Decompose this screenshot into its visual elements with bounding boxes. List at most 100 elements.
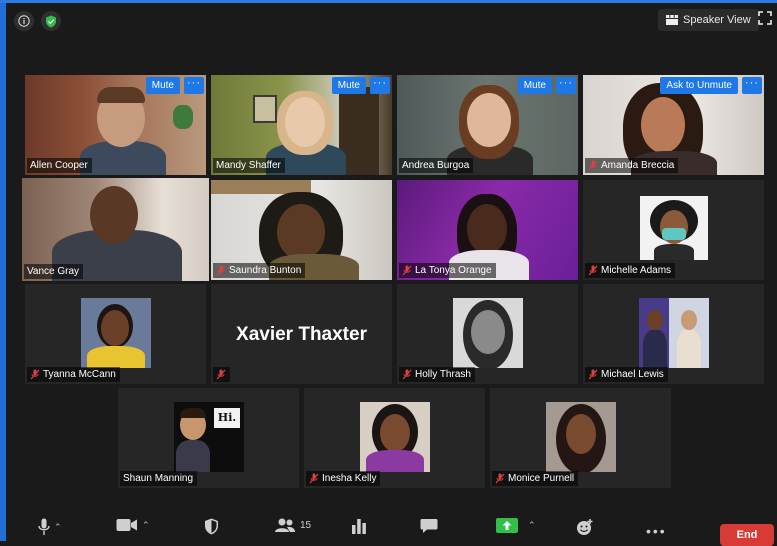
end-meeting-button[interactable]: End: [720, 524, 774, 546]
reactions-button[interactable]: [576, 518, 594, 536]
video-tile-xavier-thaxter[interactable]: Xavier Thaxter: [211, 284, 392, 384]
name-text: Andrea Burgoa: [402, 160, 470, 171]
muted-mic-icon: [309, 473, 319, 484]
speaker-view-icon: [666, 15, 678, 25]
shield-icon[interactable]: [204, 518, 219, 535]
security-shield-icon[interactable]: [41, 11, 61, 31]
more-options-button[interactable]: ···: [370, 77, 390, 94]
video-tile-amanda-breccia[interactable]: Ask to Unmute ··· Amanda Breccia: [583, 75, 764, 175]
more-options-button[interactable]: ···: [742, 77, 762, 94]
chat-button[interactable]: [420, 518, 438, 534]
muted-mic-icon: [402, 369, 412, 380]
participant-name: Monice Purnell: [492, 471, 579, 486]
speaker-view-button[interactable]: Speaker View: [658, 9, 759, 31]
name-text: Michael Lewis: [601, 369, 664, 380]
muted-mic-icon: [588, 160, 598, 171]
more-options-button[interactable]: ···: [556, 77, 576, 94]
mute-button[interactable]: Mute: [331, 77, 366, 94]
name-text: Shaun Manning: [123, 473, 194, 484]
video-tile-mandy-shaffer[interactable]: Mute ··· Mandy Shaffer: [211, 75, 392, 175]
emoji-reaction-icon[interactable]: [576, 518, 594, 536]
participant-name: Vance Gray: [24, 264, 84, 279]
video-control[interactable]: ⌃: [116, 518, 150, 532]
participants-icon[interactable]: [274, 518, 296, 533]
participants-count: 15: [300, 520, 312, 531]
share-screen-control[interactable]: ⌃: [496, 518, 536, 533]
name-text: Monice Purnell: [508, 473, 575, 484]
polls-button[interactable]: [351, 518, 367, 534]
muted-mic-icon: [588, 265, 598, 276]
security-button[interactable]: [204, 518, 219, 535]
name-text: Inesha Kelly: [322, 473, 377, 484]
participant-name: Amanda Breccia: [585, 158, 679, 173]
participant-name: Tyanna McCann: [27, 367, 120, 382]
video-tile-allen-cooper[interactable]: Mute ··· Allen Cooper: [25, 75, 206, 175]
name-text: Holly Thrash: [415, 369, 471, 380]
participant-name: Holly Thrash: [399, 367, 475, 382]
top-bar: Speaker View: [6, 3, 777, 35]
fullscreen-icon[interactable]: [758, 11, 774, 27]
participant-name: Shaun Manning: [120, 471, 198, 486]
chevron-up-icon[interactable]: ⌃: [142, 520, 150, 531]
video-tile-michelle-adams[interactable]: Michelle Adams: [583, 180, 764, 280]
participant-display-name: Xavier Thaxter: [236, 324, 367, 345]
muted-mic-icon: [216, 369, 226, 380]
video-tile-holly-thrash[interactable]: Holly Thrash: [397, 284, 578, 384]
speaker-view-label: Speaker View: [683, 14, 751, 26]
ask-to-unmute-button[interactable]: Ask to Unmute: [660, 77, 738, 94]
video-tile-vance-gray[interactable]: Vance Gray: [22, 178, 209, 281]
hi-sticker: Hi.: [214, 408, 240, 428]
more-icon[interactable]: •••: [646, 523, 667, 539]
profile-photo: [360, 402, 430, 472]
profile-photo: [546, 402, 616, 472]
name-text: Saundra Bunton: [229, 265, 302, 276]
mute-button[interactable]: Mute: [145, 77, 180, 94]
avatar: Hi.: [174, 402, 244, 472]
chevron-up-icon[interactable]: ⌃: [54, 522, 62, 533]
avatar: [640, 196, 708, 260]
microphone-control[interactable]: ⌃: [38, 518, 62, 536]
profile-photo: [639, 298, 709, 368]
name-text: Vance Gray: [27, 266, 80, 277]
meeting-toolbar: ⌃ ⌃ 15 ⌃ ••• End: [6, 512, 777, 546]
video-tile-shaun-manning[interactable]: Hi. Shaun Manning: [118, 388, 299, 488]
muted-mic-icon: [588, 369, 598, 380]
chat-bubble-icon[interactable]: [420, 518, 438, 534]
participant-name: La Tonya Orange: [399, 263, 496, 278]
window-frame-left: [0, 0, 6, 541]
video-tile-saundra-bunton[interactable]: Saundra Bunton: [211, 180, 392, 280]
participant-name: Inesha Kelly: [306, 471, 381, 486]
info-icon[interactable]: [14, 11, 34, 31]
name-text: Allen Cooper: [30, 160, 88, 171]
participant-name: Allen Cooper: [27, 158, 92, 173]
more-options-button[interactable]: ···: [184, 77, 204, 94]
participants-button[interactable]: 15: [274, 518, 311, 533]
video-tile-tyanna-mccann[interactable]: Tyanna McCann: [25, 284, 206, 384]
name-text: Tyanna McCann: [43, 369, 116, 380]
video-tile-inesha-kelly[interactable]: Inesha Kelly: [304, 388, 485, 488]
muted-mic-icon: [216, 265, 226, 276]
microphone-icon[interactable]: [38, 518, 50, 536]
participant-name: Michelle Adams: [585, 263, 676, 278]
video-tile-monice-purnell[interactable]: Monice Purnell: [490, 388, 671, 488]
name-text: Amanda Breccia: [601, 160, 675, 171]
chevron-up-icon[interactable]: ⌃: [528, 520, 536, 531]
name-text: La Tonya Orange: [415, 265, 492, 276]
participant-name: Mandy Shaffer: [213, 158, 285, 173]
mute-button[interactable]: Mute: [517, 77, 552, 94]
participant-name: Saundra Bunton: [213, 263, 306, 278]
participant-name: Andrea Burgoa: [399, 158, 474, 173]
name-text: Michelle Adams: [601, 265, 672, 276]
video-camera-icon[interactable]: [116, 518, 138, 532]
profile-photo: [453, 298, 523, 368]
participant-name: [213, 367, 230, 382]
muted-mic-icon: [495, 473, 505, 484]
participant-name: Michael Lewis: [585, 367, 668, 382]
video-tile-michael-lewis[interactable]: Michael Lewis: [583, 284, 764, 384]
name-text: Mandy Shaffer: [216, 160, 281, 171]
video-tile-la-tonya-orange[interactable]: La Tonya Orange: [397, 180, 578, 280]
share-screen-icon[interactable]: [496, 518, 518, 533]
video-tile-andrea-burgoa[interactable]: Mute ··· Andrea Burgoa: [397, 75, 578, 175]
bar-chart-icon[interactable]: [351, 518, 367, 534]
muted-mic-icon: [30, 369, 40, 380]
